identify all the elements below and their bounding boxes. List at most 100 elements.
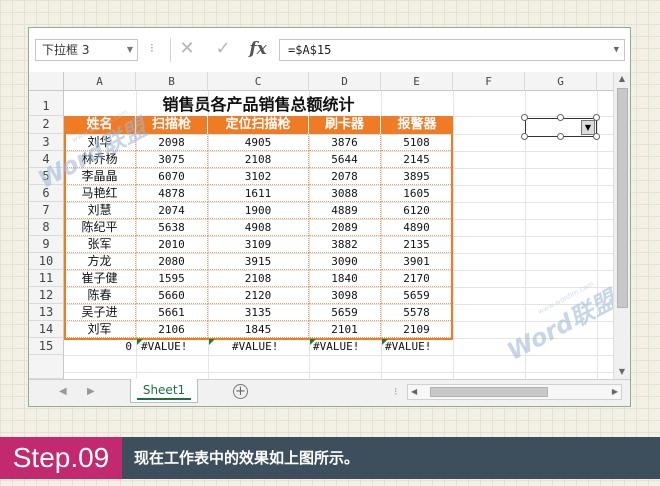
cell-name[interactable]: 刘军: [64, 321, 136, 338]
scroll-left-icon[interactable]: ◀: [411, 385, 417, 399]
add-sheet-icon[interactable]: +: [233, 384, 248, 399]
row-header-6[interactable]: 6: [29, 185, 64, 202]
cell-name[interactable]: 张军: [64, 236, 136, 253]
header-scanner[interactable]: 扫描枪: [136, 116, 208, 134]
cell-scanner[interactable]: 1595: [136, 270, 208, 287]
tab-scroll-right-icon[interactable]: ▶: [87, 386, 95, 397]
cell-positioning-scanner[interactable]: 2108: [208, 270, 309, 287]
row-header-10[interactable]: 10: [29, 253, 64, 270]
row-header-9[interactable]: 9: [29, 236, 64, 253]
cell-scanner[interactable]: 3075: [136, 151, 208, 168]
cell-c15[interactable]: #VALUE!: [232, 338, 306, 355]
cell-alarm[interactable]: 2145: [381, 151, 453, 168]
cell-card-reader[interactable]: 5644: [309, 151, 381, 168]
cell-alarm[interactable]: 5659: [381, 287, 453, 304]
header-alarm[interactable]: 报警器: [381, 116, 453, 134]
cell-alarm[interactable]: 2109: [381, 321, 453, 338]
cell-card-reader[interactable]: 2078: [309, 168, 381, 185]
row-header-14[interactable]: 14: [29, 321, 64, 338]
sheet-title[interactable]: 销售员各产品销售总额统计: [64, 92, 453, 116]
cell-positioning-scanner[interactable]: 3102: [208, 168, 309, 185]
vertical-scroll-thumb[interactable]: [617, 88, 628, 308]
column-header-g[interactable]: G: [525, 72, 597, 91]
row-header-12[interactable]: 12: [29, 287, 64, 304]
cell-positioning-scanner[interactable]: 2120: [208, 287, 309, 304]
chevron-down-icon[interactable]: ▼: [581, 120, 595, 135]
header-positioning-scanner[interactable]: 定位扫描枪: [208, 116, 309, 134]
cell-name[interactable]: 马艳红: [64, 185, 136, 202]
cell-positioning-scanner[interactable]: 3109: [208, 236, 309, 253]
resize-handle[interactable]: [521, 114, 528, 121]
cell-positioning-scanner[interactable]: 1900: [208, 202, 309, 219]
cancel-icon[interactable]: ✕: [174, 37, 200, 61]
cell-scanner[interactable]: 2010: [136, 236, 208, 253]
cell-positioning-scanner[interactable]: 4908: [208, 219, 309, 236]
error-indicator-icon[interactable]: [137, 339, 143, 345]
cell-alarm[interactable]: 3895: [381, 168, 453, 185]
row-header-16[interactable]: [29, 355, 64, 379]
scroll-up-icon[interactable]: ▲: [614, 72, 630, 86]
cell-positioning-scanner[interactable]: 3135: [208, 304, 309, 321]
cell-alarm[interactable]: 3901: [381, 253, 453, 270]
row-header-4[interactable]: 4: [29, 151, 64, 168]
scroll-down-icon[interactable]: ▼: [614, 365, 630, 379]
column-header-c[interactable]: C: [208, 72, 309, 91]
cell-scanner[interactable]: 2106: [136, 321, 208, 338]
vertical-scrollbar[interactable]: ▲ ▼: [613, 72, 630, 379]
resize-handle[interactable]: [557, 133, 564, 140]
tab-sheet1[interactable]: Sheet1: [130, 379, 198, 403]
cell-b15[interactable]: #VALUE!: [141, 338, 205, 355]
cell-alarm[interactable]: 1605: [381, 185, 453, 202]
cell-name[interactable]: 刘华: [64, 134, 136, 151]
error-indicator-icon[interactable]: [382, 339, 388, 345]
row-header-2[interactable]: 2: [29, 116, 64, 134]
cell-alarm[interactable]: 5578: [381, 304, 453, 321]
cell-d15[interactable]: #VALUE!: [313, 338, 379, 355]
worksheet-grid[interactable]: A B C D E F G 1 2 3 4 5 6 7 8 9 10 11 12…: [29, 72, 613, 379]
cell-name[interactable]: 崔子健: [64, 270, 136, 287]
cell-name[interactable]: 吴子进: [64, 304, 136, 321]
cell-scanner[interactable]: 5638: [136, 219, 208, 236]
cell-card-reader[interactable]: 3090: [309, 253, 381, 270]
row-header-3[interactable]: 3: [29, 134, 64, 151]
cell-name[interactable]: 李晶晶: [64, 168, 136, 185]
resize-handle[interactable]: [593, 133, 600, 140]
tab-split-grip-icon[interactable]: ⁝: [394, 385, 398, 398]
row-header-11[interactable]: 11: [29, 270, 64, 287]
cell-alarm[interactable]: 5108: [381, 134, 453, 151]
cell-name[interactable]: 林乔杨: [64, 151, 136, 168]
cell-positioning-scanner[interactable]: 3915: [208, 253, 309, 270]
column-header-b[interactable]: B: [136, 72, 208, 91]
cell-scanner[interactable]: 2074: [136, 202, 208, 219]
cell-scanner[interactable]: 5661: [136, 304, 208, 321]
cell-card-reader[interactable]: 2089: [309, 219, 381, 236]
enter-check-icon[interactable]: ✓: [210, 37, 236, 61]
row-header-13[interactable]: 13: [29, 304, 64, 321]
name-box[interactable]: 下拉框 3 ▼: [35, 39, 138, 61]
row-header-8[interactable]: 8: [29, 219, 64, 236]
cell-card-reader[interactable]: 3098: [309, 287, 381, 304]
column-header-h[interactable]: [597, 72, 613, 91]
cell-scanner[interactable]: 5660: [136, 287, 208, 304]
cell-alarm[interactable]: 2135: [381, 236, 453, 253]
horizontal-scroll-thumb[interactable]: [430, 387, 548, 397]
resize-handle[interactable]: [557, 114, 564, 121]
column-header-a[interactable]: A: [64, 72, 136, 91]
cell-scanner[interactable]: 6070: [136, 168, 208, 185]
cell-card-reader[interactable]: 3876: [309, 134, 381, 151]
cell-alarm[interactable]: 6120: [381, 202, 453, 219]
cell-positioning-scanner[interactable]: 4905: [208, 134, 309, 151]
cell-card-reader[interactable]: 3088: [309, 185, 381, 202]
cell-positioning-scanner[interactable]: 1845: [208, 321, 309, 338]
insert-function-icon[interactable]: fx: [245, 37, 271, 61]
resize-handle[interactable]: [521, 133, 528, 140]
resize-handle[interactable]: [593, 114, 600, 121]
header-card-reader[interactable]: 刷卡器: [309, 116, 381, 134]
error-indicator-icon[interactable]: [209, 339, 215, 345]
cell-alarm[interactable]: 4890: [381, 219, 453, 236]
cell-card-reader[interactable]: 4889: [309, 202, 381, 219]
cell-card-reader[interactable]: 5659: [309, 304, 381, 321]
row-header-5[interactable]: 5: [29, 168, 64, 185]
error-indicator-icon[interactable]: [310, 339, 316, 345]
cell-a15[interactable]: 0: [64, 338, 132, 355]
